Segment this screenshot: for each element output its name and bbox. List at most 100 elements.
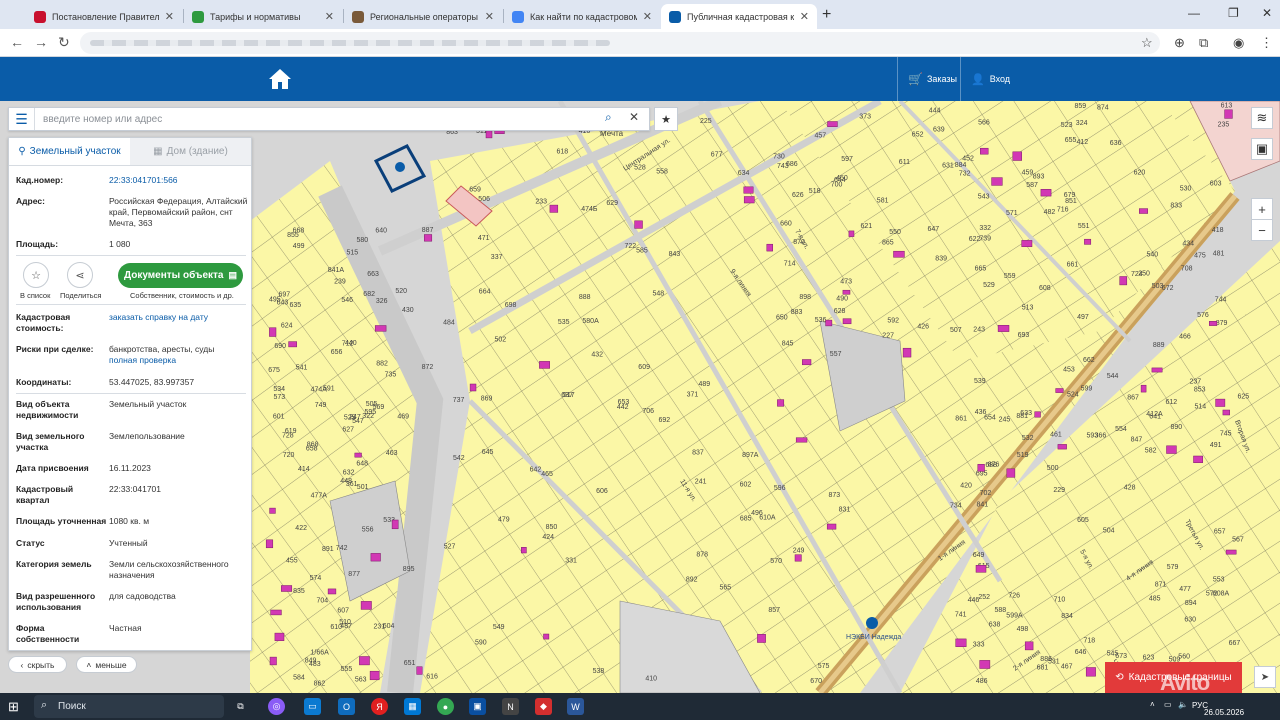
documents-button[interactable]: Документы объекта ▤ <box>118 263 243 288</box>
anydesk-icon[interactable]: ◆ <box>535 698 552 715</box>
area-label: Площадь: <box>16 239 59 249</box>
browser-tab-4[interactable]: Как найти по кадастровому н ✕ <box>504 4 660 29</box>
tab-favicon-icon <box>192 10 204 23</box>
plot-number: 651 <box>404 660 416 667</box>
clock-date[interactable]: 26.05.2026 <box>1204 708 1244 717</box>
home-icon[interactable] <box>268 68 292 90</box>
tab-close-icon[interactable]: ✕ <box>800 10 809 23</box>
less-button[interactable]: ˄ меньше <box>76 656 137 673</box>
explorer-icon[interactable]: ▭ <box>304 698 321 715</box>
tab-house-building[interactable]: ▦ Дом (здание) <box>130 138 251 165</box>
category-value: Земли сельскохозяйственного назначения <box>109 559 229 580</box>
add-to-list-star-icon[interactable]: ☆ <box>23 262 49 288</box>
plot-number: 871 <box>1155 581 1167 588</box>
search-icon[interactable]: ⌕ <box>605 110 612 125</box>
yandex-icon[interactable]: Я <box>371 698 388 715</box>
building-marker <box>1225 549 1237 555</box>
clear-search-icon[interactable]: ✕ <box>629 110 639 124</box>
app-icon-1[interactable]: ▣ <box>469 698 486 715</box>
map-type-icon[interactable]: ▣ <box>1251 138 1273 160</box>
plot-number: 653 <box>618 399 630 406</box>
layers-icon[interactable]: ≋ <box>1251 107 1273 129</box>
browser-tab-2[interactable]: Тарифы и нормативы ✕ <box>184 4 342 29</box>
building-marker <box>826 523 837 530</box>
plot-number: 735 <box>385 372 397 379</box>
profile-icon[interactable]: ◉ <box>1233 35 1244 51</box>
date-value: 16.11.2023 <box>109 463 151 473</box>
plot-number: 507 <box>950 327 962 334</box>
hamburger-menu-icon[interactable]: ☰ <box>9 108 35 130</box>
status-label: Статус <box>16 538 45 548</box>
tab-close-icon[interactable]: ✕ <box>165 10 174 23</box>
plot-number: 889 <box>1153 342 1165 349</box>
plot-number: 877 <box>348 571 360 578</box>
search-input[interactable] <box>43 111 593 127</box>
browser-tab-3[interactable]: Региональные операторы по ✕ <box>344 4 502 29</box>
plot-number: 726 <box>1008 593 1020 600</box>
plot-number: 894 <box>1185 600 1197 607</box>
cad-cost-link[interactable]: заказать справку на дату <box>109 312 249 323</box>
building-marker <box>842 289 851 295</box>
login-button[interactable]: 👤 Вход <box>960 57 1020 101</box>
locate-arrow-icon[interactable]: ➤ <box>1254 666 1276 688</box>
browser-tab-5-active[interactable]: Публичная кадастровая карта ✕ <box>661 4 817 29</box>
network-icon[interactable]: ▭ <box>1164 700 1172 709</box>
plot-number: 627 <box>342 427 354 434</box>
plot-number: 467 <box>1061 663 1073 670</box>
plot-number: 557 <box>830 351 842 358</box>
poi-marker-icon[interactable] <box>866 617 878 629</box>
new-tab-button[interactable]: + <box>822 6 831 24</box>
tab-close-icon[interactable]: ✕ <box>485 10 494 23</box>
tray-arrow-icon[interactable]: ˄ <box>1150 700 1155 709</box>
store-icon[interactable]: ▦ <box>404 698 421 715</box>
plot-number: 326 <box>376 298 388 305</box>
tab-close-icon[interactable]: ✕ <box>325 10 334 23</box>
back-arrow-icon[interactable]: ← <box>10 34 24 50</box>
zoom-out-button[interactable]: − <box>1251 219 1273 241</box>
plot-number: 249 <box>793 547 805 554</box>
forward-arrow-icon[interactable]: → <box>34 34 48 50</box>
url-field[interactable] <box>80 32 1160 54</box>
login-label: Вход <box>989 74 1011 84</box>
hide-panel-button[interactable]: ‹ скрыть <box>8 656 67 673</box>
plot-number: 422 <box>295 525 307 532</box>
selected-plot-marker-icon[interactable] <box>395 162 405 172</box>
building-marker <box>1119 276 1128 286</box>
favorites-star-icon[interactable]: ★ <box>654 107 678 131</box>
close-window-icon[interactable]: ✕ <box>1262 6 1272 20</box>
browser-tab-1[interactable]: Постановление Правительств ✕ <box>26 4 182 29</box>
zoom-in-button[interactable]: + <box>1251 198 1273 220</box>
restore-icon[interactable]: ❐ <box>1228 6 1239 20</box>
outlook-icon[interactable]: O <box>338 698 355 715</box>
plot-number: 624 <box>281 323 293 330</box>
building-marker <box>1024 641 1034 651</box>
reload-icon[interactable]: ↻ <box>58 34 70 51</box>
tab-land-plot[interactable]: ⚲ Земельный участок <box>9 138 130 165</box>
alice-icon[interactable]: ◎ <box>268 698 285 715</box>
share-icon[interactable]: ⋖ <box>67 262 93 288</box>
bookmark-star-icon[interactable]: ☆ <box>1141 35 1153 51</box>
plot-number: 835 <box>293 588 305 595</box>
task-view-icon[interactable]: ⧉ <box>232 698 249 715</box>
building-marker <box>369 670 380 681</box>
windows-start-icon[interactable]: ⊞ <box>8 699 19 715</box>
plot-number: 542 <box>453 455 465 462</box>
browser-menu-icon[interactable]: ⋮ <box>1260 35 1273 51</box>
orders-button[interactable]: 🛒 Заказы <box>897 57 959 101</box>
plot-number: 664 <box>479 289 491 296</box>
cad-number-value[interactable]: 22:33:041701:566 <box>109 175 249 186</box>
word-icon[interactable]: W <box>567 698 584 715</box>
permitted-use-label: Вид разрешенного использования <box>16 591 96 612</box>
translate-icon[interactable]: ⊕ <box>1174 35 1185 51</box>
minimize-icon[interactable]: — <box>1188 6 1200 20</box>
chrome-icon[interactable]: ● <box>437 698 454 715</box>
plot-number: 728 <box>282 432 294 439</box>
taskbar-search[interactable]: ⌕ Поиск <box>34 695 224 718</box>
volume-icon[interactable]: 🔈 <box>1178 700 1188 709</box>
plot-number: 663 <box>367 271 379 278</box>
tab-close-icon[interactable]: ✕ <box>643 10 652 23</box>
app-icon-2[interactable]: N <box>502 698 519 715</box>
full-check-link[interactable]: полная проверка <box>109 355 249 366</box>
extensions-icon[interactable]: ⧉ <box>1199 35 1208 51</box>
risks-value: банкротства, аресты, суды <box>109 344 215 354</box>
